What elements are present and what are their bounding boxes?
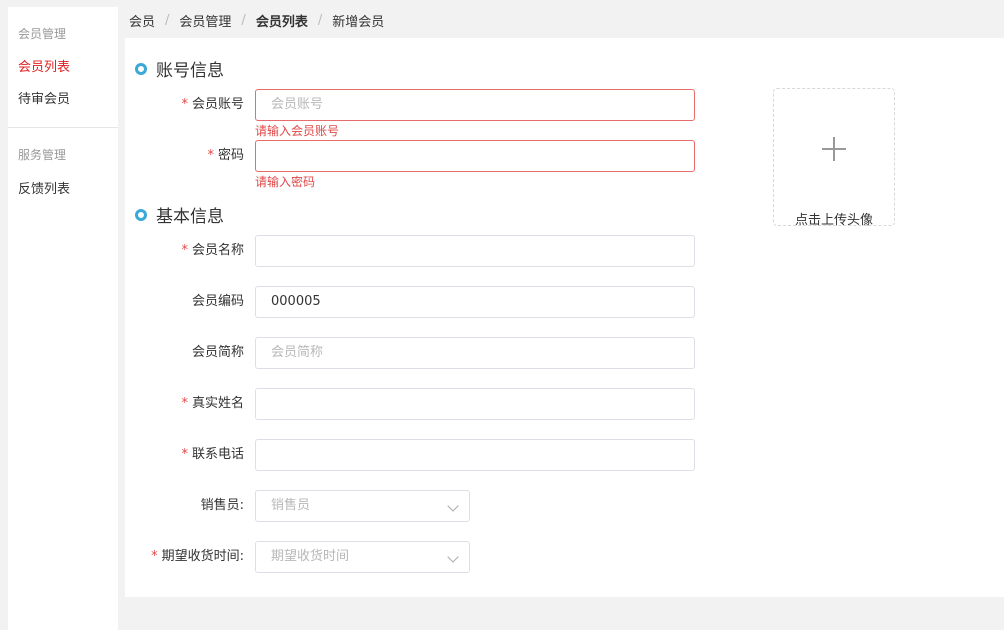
- salesperson-label: 销售员:: [200, 498, 244, 513]
- breadcrumb-separator: /: [317, 13, 323, 28]
- account-section-title-text: 账号信息: [156, 61, 224, 81]
- member-account-label: * 会员账号: [181, 89, 244, 121]
- phone-label-text: 联系电话: [191, 447, 244, 462]
- sidebar-item-member-list[interactable]: 会员列表: [18, 56, 70, 75]
- breadcrumb-member[interactable]: 会员: [129, 11, 155, 30]
- breadcrumb-separator: /: [241, 13, 246, 28]
- real-name-row: * 真实姓名: [125, 388, 825, 420]
- chevron-down-icon: [447, 500, 459, 512]
- password-label: * 密码: [207, 140, 244, 172]
- member-name-row: * 会员名称: [125, 235, 825, 267]
- basic-section-title: 基本信息: [135, 202, 224, 227]
- member-short-name-placeholder: 会员简称: [271, 345, 324, 360]
- chevron-down-icon: [447, 551, 459, 563]
- real-name-label-text: 真实姓名: [191, 396, 244, 411]
- breadcrumb-member-list[interactable]: 会员列表: [256, 11, 308, 30]
- delivery-time-row: * 期望收货时间: 期望收货时间: [125, 541, 825, 573]
- member-name-label-text: 会员名称: [191, 243, 244, 258]
- member-account-row: * 会员账号 会员账号 请输入会员账号: [125, 89, 825, 138]
- member-short-name-label: 会员简称: [191, 345, 244, 360]
- password-input[interactable]: [255, 140, 695, 172]
- sidebar-item-feedback-list[interactable]: 反馈列表: [18, 178, 70, 197]
- required-mark: *: [181, 396, 188, 411]
- salesperson-row: 销售员: 销售员: [125, 490, 825, 522]
- required-mark: *: [207, 148, 214, 163]
- member-name-input[interactable]: [255, 235, 695, 267]
- avatar-upload[interactable]: 点击上传头像: [773, 88, 895, 228]
- member-name-label: * 会员名称: [181, 235, 244, 267]
- phone-input[interactable]: [255, 439, 695, 471]
- real-name-input[interactable]: [255, 388, 695, 420]
- salesperson-placeholder: 销售员: [271, 498, 311, 513]
- member-account-input[interactable]: 会员账号: [255, 89, 695, 121]
- member-code-row: 会员编码 000005: [125, 286, 825, 318]
- breadcrumb: 会员 / 会员管理 / 会员列表 / 新增会员: [129, 11, 384, 30]
- sidebar-divider: [8, 127, 118, 128]
- member-short-name-row: 会员简称 会员简称: [125, 337, 825, 369]
- required-mark: *: [181, 97, 188, 112]
- delivery-time-label: * 期望收货时间:: [151, 541, 244, 573]
- member-account-label-text: 会员账号: [191, 97, 244, 112]
- breadcrumb-member-management[interactable]: 会员管理: [179, 11, 231, 30]
- phone-row: * 联系电话: [125, 439, 825, 471]
- member-code-label: 会员编码: [191, 294, 244, 309]
- salesperson-select[interactable]: 销售员: [255, 490, 470, 522]
- breadcrumb-new-member: 新增会员: [332, 15, 385, 30]
- account-section-title: 账号信息: [135, 56, 224, 81]
- required-mark: *: [181, 243, 188, 258]
- required-mark: *: [181, 447, 188, 462]
- member-code-input[interactable]: 000005: [255, 286, 695, 318]
- plus-icon: [822, 137, 846, 161]
- section-dot-icon: [135, 62, 147, 75]
- avatar-upload-label: 点击上传头像: [794, 213, 873, 228]
- section-dot-icon: [135, 208, 147, 221]
- form-panel: 账号信息 * 会员账号 会员账号 请输入会员账号 * 密码 请输入密码 基本信息 *…: [125, 38, 1004, 597]
- delivery-time-placeholder: 期望收货时间: [271, 549, 350, 564]
- password-row: * 密码 请输入密码: [125, 140, 825, 189]
- password-error: 请输入密码: [255, 175, 316, 189]
- sidebar: 会员管理 会员列表 待审会员 服务管理 反馈列表: [8, 7, 118, 630]
- phone-label: * 联系电话: [181, 439, 244, 471]
- basic-section-title-text: 基本信息: [156, 207, 224, 227]
- required-mark: *: [151, 549, 158, 564]
- password-label-text: 密码: [217, 148, 244, 163]
- member-short-name-input[interactable]: 会员简称: [255, 337, 695, 369]
- delivery-time-select[interactable]: 期望收货时间: [255, 541, 470, 573]
- sidebar-item-pending-members[interactable]: 待审会员: [18, 88, 70, 107]
- breadcrumb-separator: /: [165, 13, 170, 28]
- member-account-error: 请输入会员账号: [255, 124, 340, 138]
- sidebar-group-member: 会员管理: [18, 27, 67, 41]
- member-account-placeholder: 会员账号: [271, 97, 324, 112]
- sidebar-group-service: 服务管理: [18, 148, 67, 162]
- delivery-time-label-text: 期望收货时间:: [161, 549, 244, 564]
- real-name-label: * 真实姓名: [181, 388, 244, 420]
